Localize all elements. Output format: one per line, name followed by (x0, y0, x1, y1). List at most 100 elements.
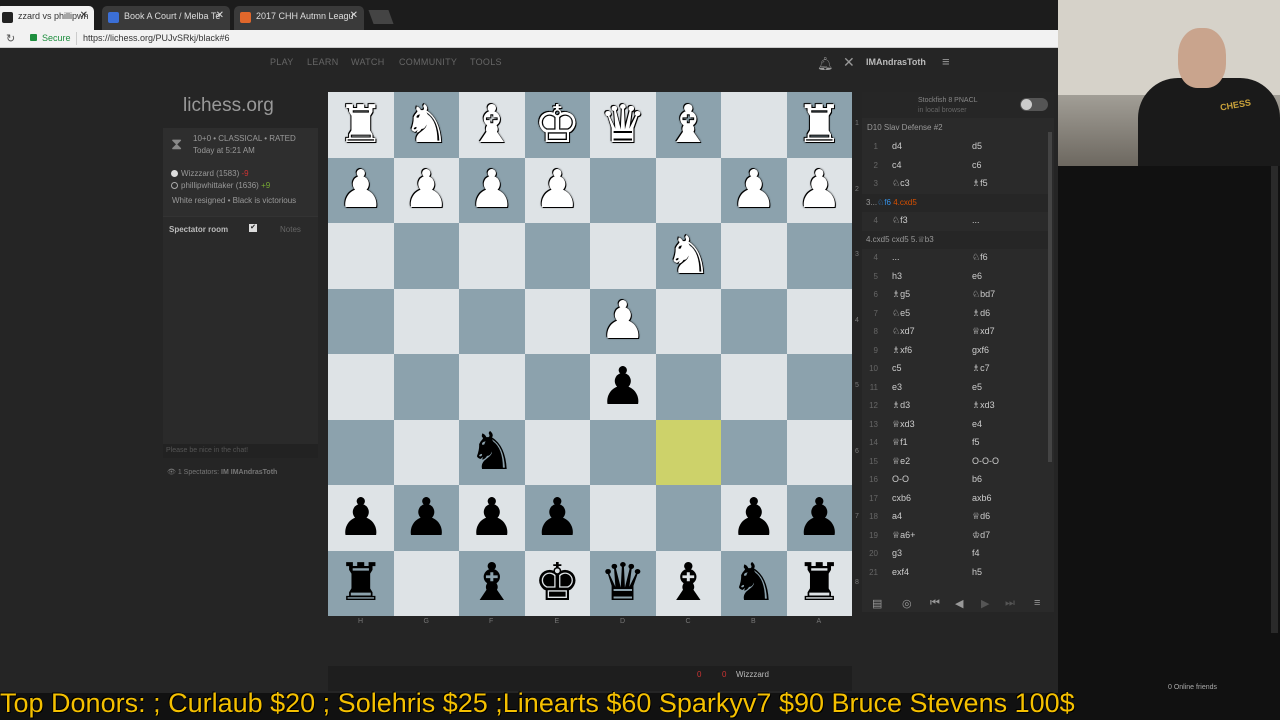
black-move[interactable]: ♗f5 (972, 178, 988, 189)
black-move[interactable]: ♘bd7 (972, 289, 995, 300)
username-link[interactable]: IMAndrasToth (866, 57, 926, 67)
board-square[interactable]: ♝ (459, 92, 525, 158)
board-square[interactable] (655, 354, 721, 420)
board-square[interactable] (721, 92, 787, 158)
white-move[interactable]: h3 (892, 271, 902, 281)
board-square[interactable]: ♟ (459, 485, 525, 551)
spectator-name[interactable]: IM IMAndrasToth (221, 469, 277, 476)
black-move[interactable]: e6 (972, 271, 982, 281)
white-pawn-icon[interactable]: ♟ (468, 164, 515, 216)
black-king-icon[interactable]: ♚ (534, 557, 581, 609)
black-pawn-icon[interactable]: ♟ (730, 492, 777, 544)
site-logo[interactable]: lichess.org (183, 95, 274, 117)
tab-close-icon[interactable]: ✕ (216, 10, 224, 21)
white-move[interactable]: ♗d3 (892, 400, 910, 411)
black-move[interactable]: e4 (972, 419, 982, 429)
white-bishop-icon[interactable]: ♝ (468, 99, 515, 151)
board-square[interactable]: ♟ (459, 157, 525, 223)
white-move[interactable]: a4 (892, 511, 902, 521)
board-square[interactable]: ♝ (459, 550, 525, 616)
tab-book-court[interactable]: Book A Court / Melba Te ✕ (102, 6, 230, 30)
board-square[interactable] (524, 419, 590, 485)
white-bishop-icon[interactable]: ♝ (665, 99, 712, 151)
white-knight-icon[interactable]: ♞ (665, 230, 712, 282)
white-move[interactable]: ♕f1 (892, 437, 908, 448)
white-pawn-icon[interactable]: ♟ (730, 164, 777, 216)
white-move[interactable]: ♘c3 (892, 178, 910, 189)
first-move-icon[interactable]: ⏮ (930, 597, 940, 610)
board-square[interactable]: ♜ (786, 92, 852, 158)
book-icon[interactable]: ▤ (872, 597, 882, 610)
board-square[interactable] (786, 354, 852, 420)
black-rook-icon[interactable]: ♜ (337, 557, 384, 609)
white-move[interactable]: c5 (892, 363, 902, 373)
player-black[interactable]: phillipwhittaker (1636) +9 (171, 181, 270, 190)
bell-icon[interactable]: 🔔︎ (817, 56, 834, 72)
variation-line[interactable]: 4.cxd5 cxd5 5.♕b3 (862, 230, 1048, 249)
chat-title[interactable]: Spectator room (169, 225, 228, 234)
board-square[interactable] (393, 550, 459, 616)
board-square[interactable] (721, 419, 787, 485)
white-knight-icon[interactable]: ♞ (403, 99, 450, 151)
board-square[interactable] (524, 288, 590, 354)
white-pawn-icon[interactable]: ♟ (599, 295, 646, 347)
white-move[interactable]: ♗xf6 (892, 345, 912, 356)
board-square[interactable]: ♟ (786, 485, 852, 551)
menu-icon[interactable]: ≡ (1034, 597, 1040, 609)
black-move[interactable]: d5 (972, 141, 982, 151)
black-move[interactable]: ... (972, 215, 980, 225)
white-move[interactable]: ♘f3 (892, 215, 908, 226)
reload-icon[interactable]: ↻ (6, 32, 15, 45)
white-rook-icon[interactable]: ♜ (796, 99, 843, 151)
board-square[interactable]: ♟ (721, 485, 787, 551)
black-rook-icon[interactable]: ♜ (796, 557, 843, 609)
board-square[interactable]: ♟ (524, 157, 590, 223)
white-move[interactable]: ... (892, 252, 900, 262)
board-square[interactable]: ♝ (655, 550, 721, 616)
tab-close-icon[interactable]: ✕ (80, 10, 88, 21)
black-bishop-icon[interactable]: ♝ (665, 557, 712, 609)
tab-lichess-game[interactable]: zzard vs phillipwh ✕ (0, 6, 94, 30)
black-bishop-icon[interactable]: ♝ (468, 557, 515, 609)
black-move[interactable]: ♗xd3 (972, 400, 995, 411)
board-square[interactable] (590, 157, 656, 223)
black-move[interactable]: h5 (972, 567, 982, 577)
board-square[interactable] (590, 419, 656, 485)
black-pawn-icon[interactable]: ♟ (796, 492, 843, 544)
black-move[interactable]: ♗d6 (972, 308, 990, 319)
next-move-icon[interactable]: ▶ (981, 597, 989, 610)
black-pawn-icon[interactable]: ♟ (534, 492, 581, 544)
board-square[interactable]: ♟ (721, 157, 787, 223)
board-square[interactable]: ♚ (524, 92, 590, 158)
board-square[interactable]: ♞ (459, 419, 525, 485)
board-square[interactable]: ♟ (786, 157, 852, 223)
black-pawn-icon[interactable]: ♟ (599, 361, 646, 413)
board-square[interactable]: ♟ (393, 485, 459, 551)
white-move[interactable]: ♕xd3 (892, 419, 915, 430)
board-square[interactable] (721, 354, 787, 420)
board-square[interactable] (328, 419, 394, 485)
nav-play[interactable]: PLAY (270, 57, 294, 67)
board-square[interactable] (524, 223, 590, 289)
board-square[interactable]: ♝ (655, 92, 721, 158)
board-square[interactable]: ♜ (328, 550, 394, 616)
board-square[interactable] (786, 288, 852, 354)
black-move[interactable]: ♗c7 (972, 363, 990, 374)
white-pawn-icon[interactable]: ♟ (534, 164, 581, 216)
white-move[interactable]: ♗g5 (892, 289, 910, 300)
black-move[interactable]: ♘f6 (972, 252, 988, 263)
white-move[interactable]: ♕a6+ (892, 530, 915, 541)
tab-chh-league[interactable]: 2017 CHH Autmn Leagu ✕ (234, 6, 364, 30)
black-move[interactable]: gxf6 (972, 345, 989, 355)
notes-tab[interactable]: Notes (280, 225, 301, 234)
black-move[interactable]: ♔d7 (972, 530, 990, 541)
board-square[interactable]: ♟ (328, 157, 394, 223)
white-move[interactable]: e3 (892, 382, 902, 392)
url-text[interactable]: https://lichess.org/PUJvSRkj/black#6 (83, 33, 230, 43)
black-move[interactable]: c6 (972, 160, 982, 170)
board-square[interactable]: ♚ (524, 550, 590, 616)
board-square[interactable] (721, 223, 787, 289)
black-pawn-icon[interactable]: ♟ (337, 492, 384, 544)
white-pawn-icon[interactable]: ♟ (337, 164, 384, 216)
board-square[interactable]: ♟ (590, 354, 656, 420)
